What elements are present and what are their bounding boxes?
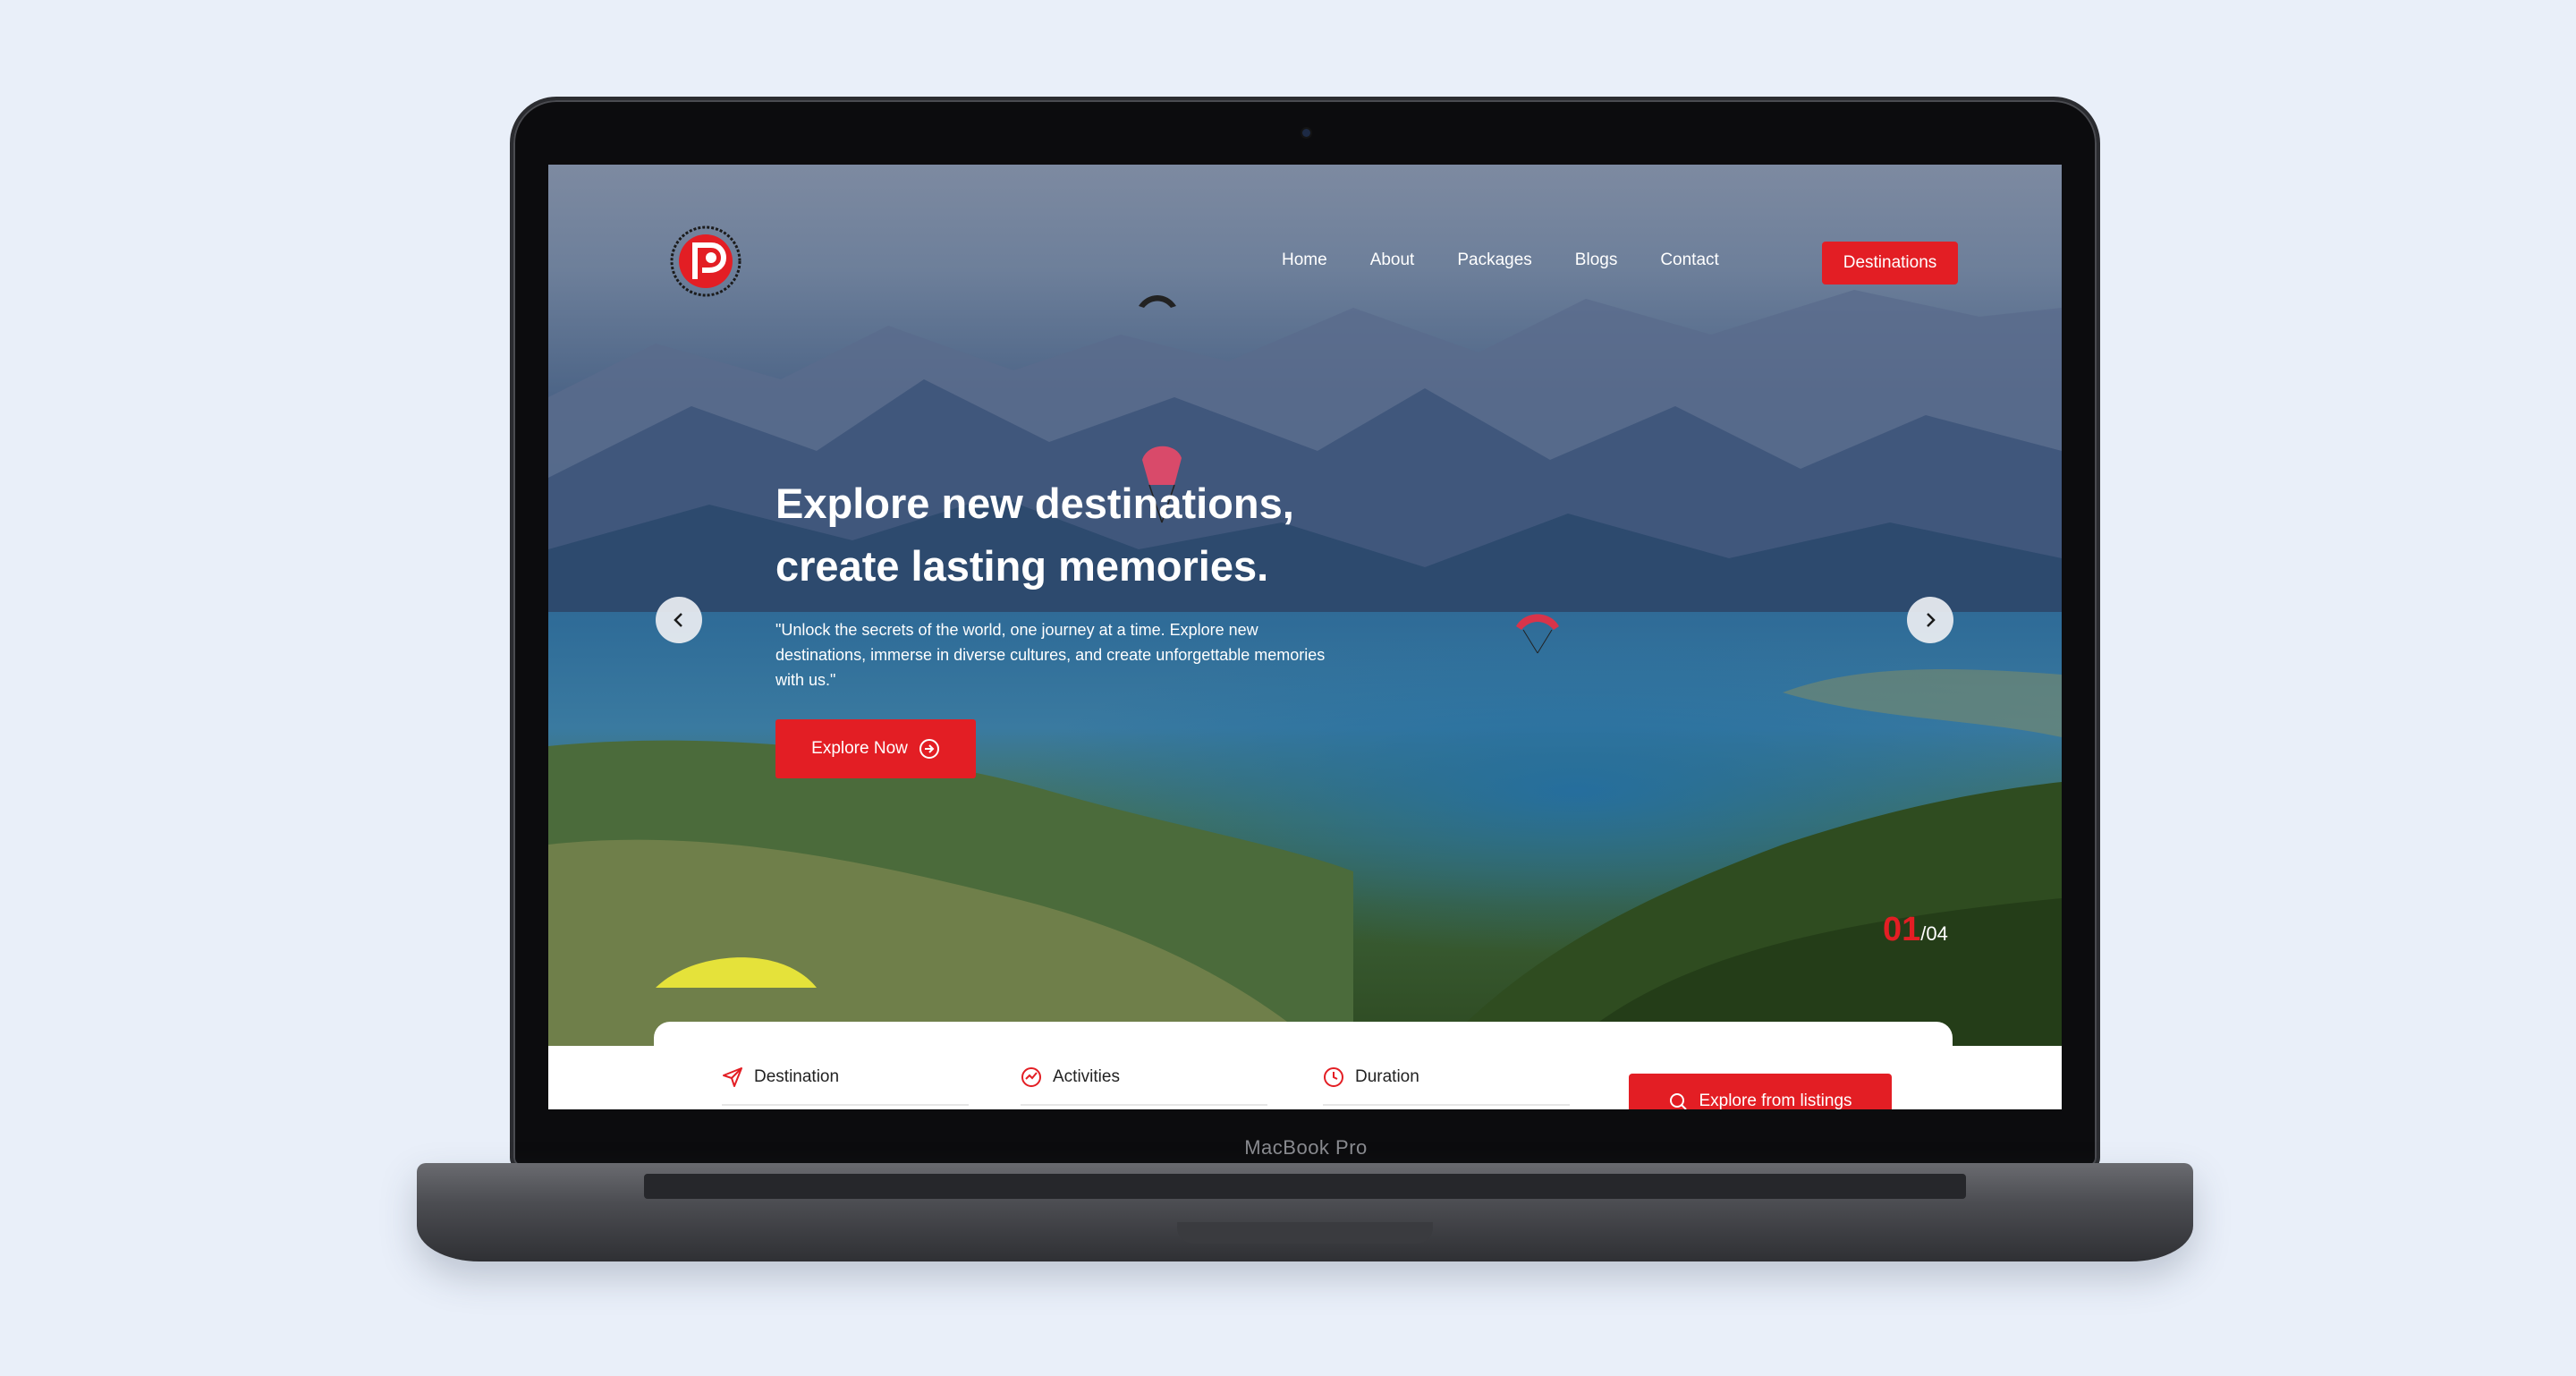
slide-counter: 01 /04 bbox=[1883, 911, 1948, 949]
duration-label: Duration bbox=[1355, 1067, 1419, 1086]
duration-field[interactable]: Duration bbox=[1323, 1066, 1419, 1088]
duration-input-underline bbox=[1323, 1104, 1570, 1106]
explore-now-button[interactable]: Explore Now bbox=[775, 719, 976, 778]
slider-prev-button[interactable] bbox=[656, 597, 702, 643]
device-label: MacBook Pro bbox=[1244, 1136, 1368, 1159]
chevron-left-icon bbox=[674, 613, 682, 627]
nav-blogs[interactable]: Blogs bbox=[1575, 251, 1618, 270]
landscape-foreground bbox=[548, 669, 2062, 1046]
chevron-right-icon bbox=[1927, 613, 1936, 627]
browser-viewport: Home About Packages Blogs Contact Destin… bbox=[548, 165, 2062, 1109]
arrow-circle-right-icon bbox=[919, 739, 939, 759]
hero-title-line-1: Explore new destinations, bbox=[775, 480, 1294, 527]
send-icon bbox=[723, 1067, 742, 1087]
hero-section: Home About Packages Blogs Contact Destin… bbox=[548, 165, 2062, 1046]
clock-icon bbox=[1324, 1067, 1343, 1087]
destinations-button[interactable]: Destinations bbox=[1822, 242, 1958, 285]
activities-field[interactable]: Activities bbox=[1021, 1066, 1120, 1088]
activity-icon bbox=[1021, 1067, 1041, 1087]
explore-listings-button[interactable]: Explore from listings bbox=[1629, 1074, 1892, 1109]
nav-about[interactable]: About bbox=[1370, 251, 1415, 270]
nav-home[interactable]: Home bbox=[1282, 251, 1327, 270]
brand-logo-icon[interactable] bbox=[668, 224, 743, 299]
activities-label: Activities bbox=[1053, 1067, 1120, 1086]
nav-contact[interactable]: Contact bbox=[1660, 251, 1718, 270]
laptop-notch bbox=[1177, 1222, 1433, 1244]
hero-subtitle: "Unlock the secrets of the world, one jo… bbox=[775, 621, 1326, 689]
destination-input-underline bbox=[722, 1104, 969, 1106]
keyboard-edge bbox=[644, 1174, 1966, 1199]
explore-listings-label: Explore from listings bbox=[1699, 1091, 1852, 1109]
slider-next-button[interactable] bbox=[1907, 597, 1953, 643]
paraglider-image bbox=[1516, 614, 1559, 654]
destination-label: Destination bbox=[754, 1067, 840, 1086]
search-panel: Destination Activities Duration Explore … bbox=[654, 1022, 1953, 1109]
search-icon bbox=[1670, 1093, 1688, 1109]
nav-packages[interactable]: Packages bbox=[1457, 251, 1531, 270]
destination-field[interactable]: Destination bbox=[722, 1066, 839, 1088]
hero-title-line-2: create lasting memories. bbox=[775, 542, 1269, 590]
activities-input-underline bbox=[1021, 1104, 1267, 1106]
slide-total: /04 bbox=[1920, 922, 1948, 945]
hero-title: Explore new destinations, create lasting… bbox=[775, 472, 1402, 598]
paraglider-image bbox=[1139, 295, 1176, 308]
explore-now-label: Explore Now bbox=[811, 739, 908, 758]
webcam bbox=[1302, 129, 1310, 137]
main-nav: Home About Packages Blogs Contact bbox=[1282, 251, 1719, 270]
slide-current: 01 bbox=[1883, 911, 1921, 948]
